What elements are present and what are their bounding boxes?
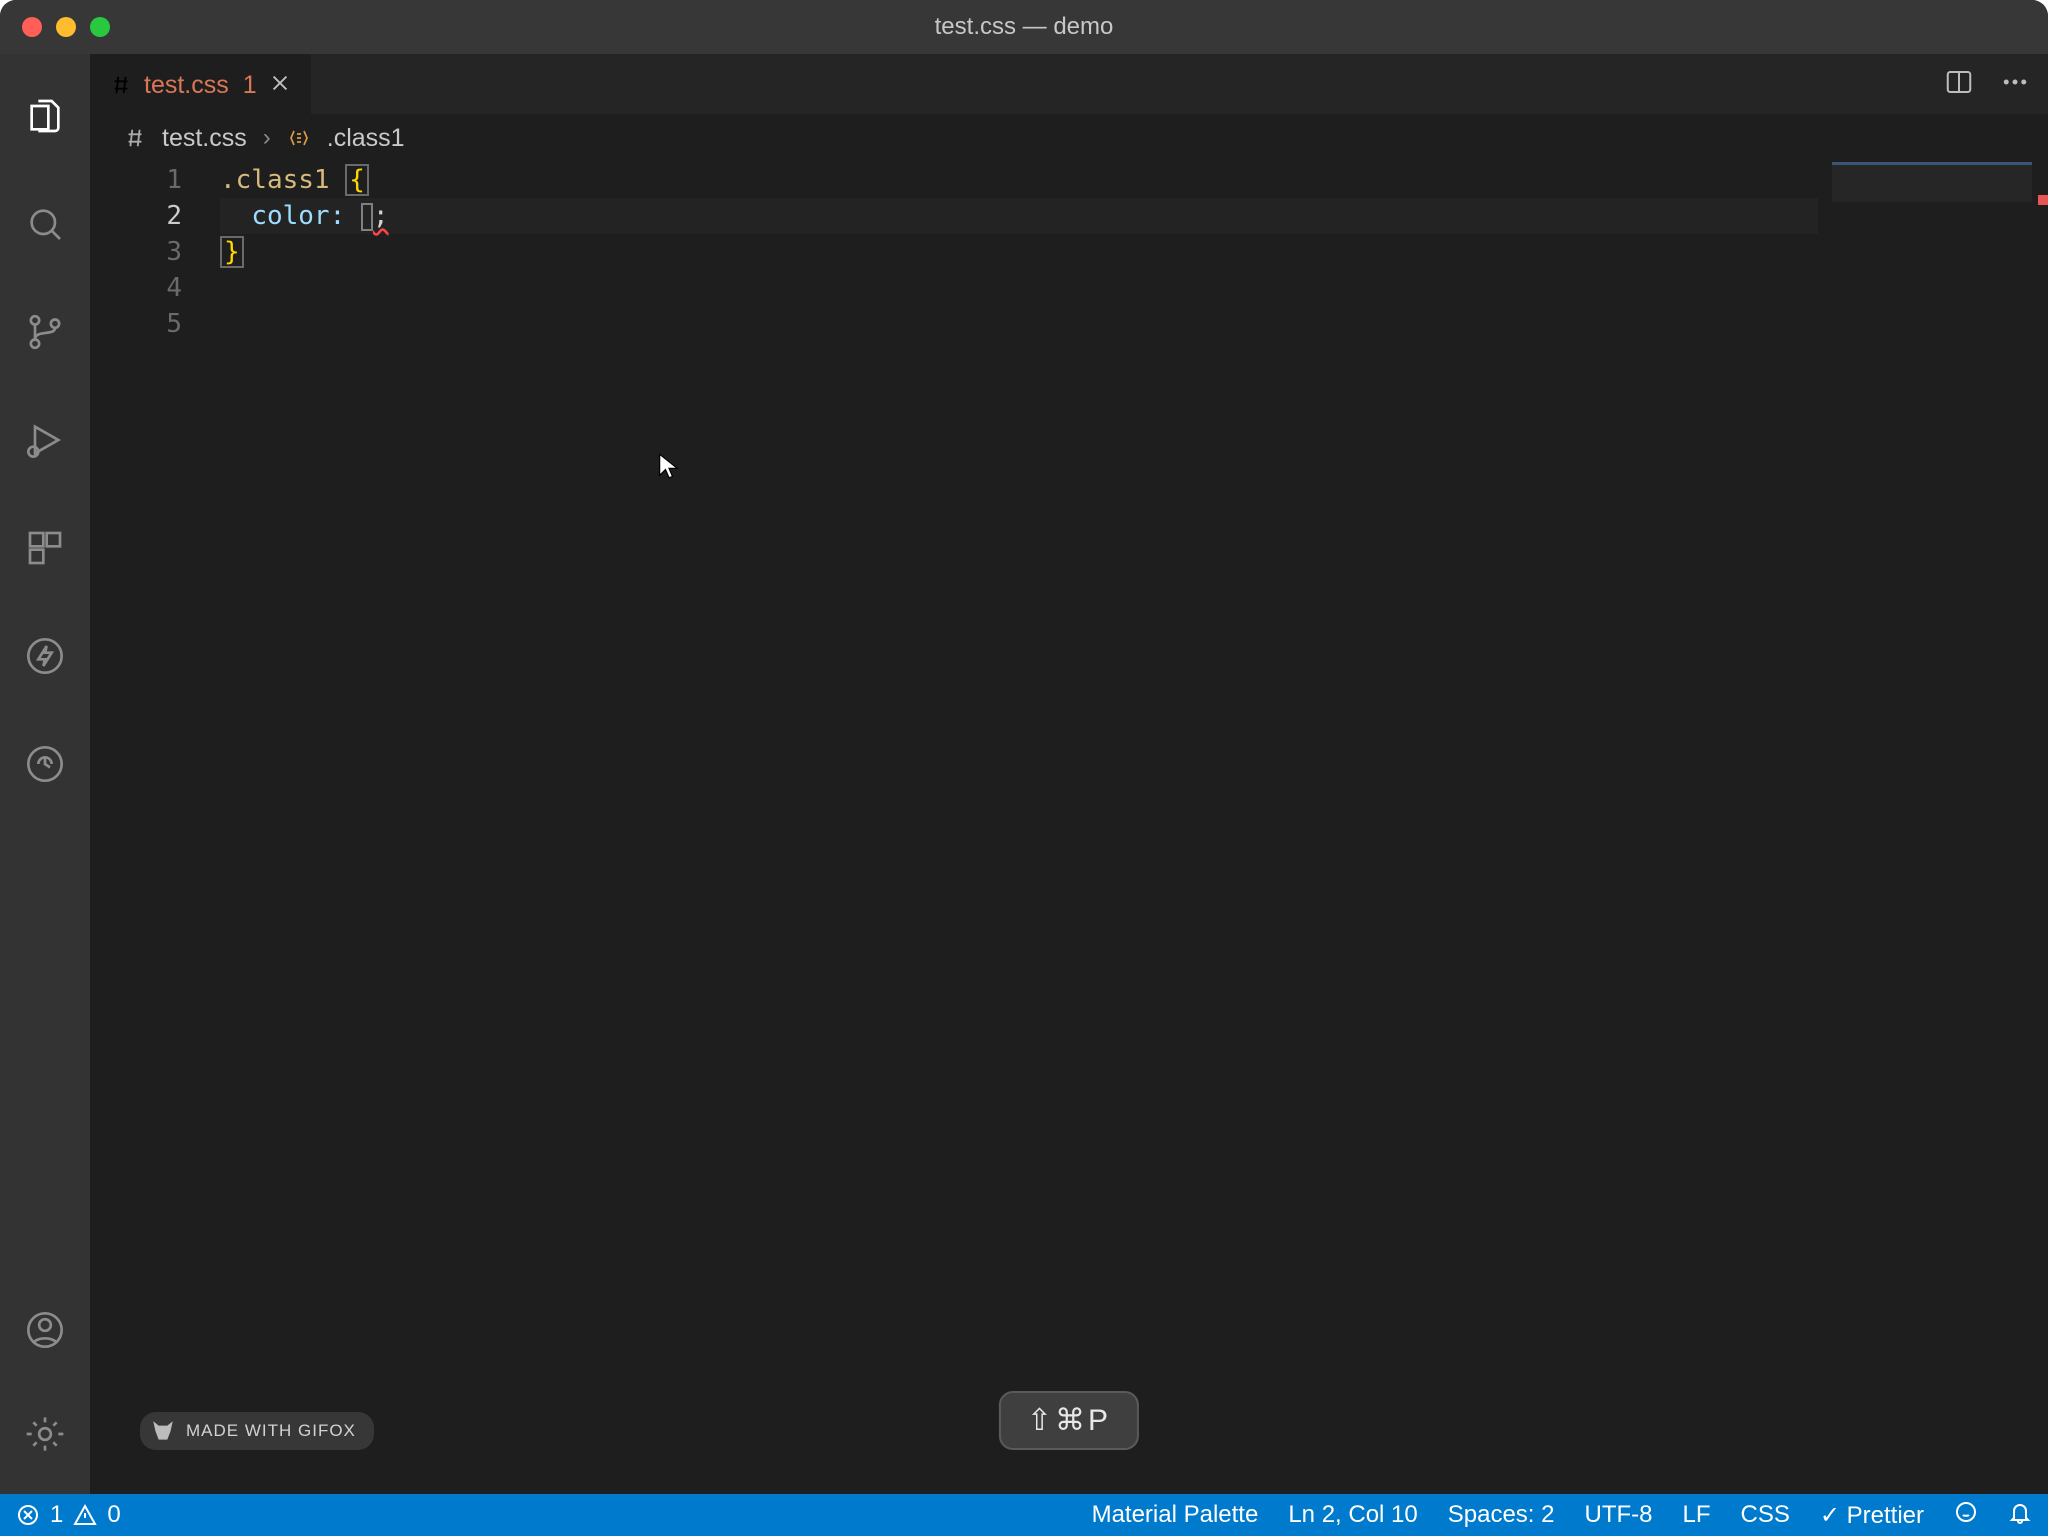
warning-icon: [73, 1503, 97, 1527]
breadcrumb[interactable]: test.css › .class1: [90, 114, 2048, 162]
tab-test-css[interactable]: test.css 1: [90, 54, 311, 114]
split-editor-button[interactable]: [1944, 67, 1974, 102]
extensions-icon: [25, 528, 65, 568]
window-title: test.css — demo: [935, 13, 1114, 41]
tab-filename: test.css: [144, 71, 229, 100]
line-number: 1: [90, 162, 182, 198]
chevron-right-icon: ›: [263, 124, 271, 152]
window-body: test.css 1 test.css: [0, 54, 2048, 1494]
code-editor[interactable]: 1 2 3 4 5 .class1 { color: ; }: [90, 162, 2048, 1494]
more-actions-button[interactable]: [2000, 67, 2030, 102]
line-number: 5: [90, 306, 182, 342]
code-line: [220, 306, 2048, 342]
settings-button[interactable]: [17, 1406, 73, 1462]
line-number: 3: [90, 234, 182, 270]
window: test.css — demo: [0, 0, 2048, 1536]
keyboard-shortcut-toast: ⇧⌘P: [999, 1391, 1139, 1450]
search-icon: [25, 204, 65, 244]
warning-count: 0: [107, 1501, 120, 1529]
minimap[interactable]: [1832, 162, 2032, 202]
account-button[interactable]: [17, 1302, 73, 1358]
activity-search[interactable]: [17, 196, 73, 252]
text-cursor: [361, 203, 373, 231]
status-notifications[interactable]: [2008, 1500, 2032, 1531]
activity-bottom: [17, 1302, 73, 1494]
gutter: 1 2 3 4 5: [90, 162, 220, 1494]
files-icon: [25, 96, 65, 136]
close-window-button[interactable]: [22, 17, 42, 37]
bolt-icon: [25, 636, 65, 676]
status-formatter[interactable]: Prettier: [1820, 1501, 1924, 1530]
activity-bolt[interactable]: [17, 628, 73, 684]
feedback-icon: [1954, 1500, 1978, 1524]
status-bar: 1 0 Material Palette Ln 2, Col 10 Spaces…: [0, 1494, 2048, 1536]
activity-live-share[interactable]: [17, 736, 73, 792]
fox-icon: [150, 1418, 176, 1444]
split-icon: [1944, 67, 1974, 97]
tab-bar: test.css 1: [90, 54, 2048, 114]
editor-group: test.css 1 test.css: [90, 54, 2048, 1494]
status-extension[interactable]: Material Palette: [1092, 1501, 1259, 1529]
zoom-window-button[interactable]: [90, 17, 110, 37]
breadcrumb-file: test.css: [162, 124, 247, 153]
status-cursor-pos[interactable]: Ln 2, Col 10: [1288, 1501, 1417, 1529]
activity-explorer[interactable]: [17, 88, 73, 144]
code-line: [220, 270, 2048, 306]
watermark-text: MADE WITH GIFOX: [186, 1421, 356, 1441]
close-icon: [269, 72, 291, 94]
traffic-lights: [22, 17, 110, 37]
bell-icon: [2008, 1500, 2032, 1524]
activity-run-debug[interactable]: [17, 412, 73, 468]
code-line: color: ;: [220, 198, 2048, 234]
css-file-icon: [124, 127, 146, 149]
line-number: 2: [90, 198, 182, 234]
debug-icon: [25, 420, 65, 460]
status-indent[interactable]: Spaces: 2: [1448, 1501, 1555, 1529]
branch-icon: [25, 312, 65, 352]
status-language[interactable]: CSS: [1741, 1501, 1790, 1529]
tab-dirty-badge: 1: [243, 71, 257, 100]
css-file-icon: [110, 74, 132, 96]
error-icon: [16, 1503, 40, 1527]
gifox-watermark: MADE WITH GIFOX: [140, 1412, 374, 1450]
line-number: 4: [90, 270, 182, 306]
status-problems[interactable]: 1 0: [16, 1501, 121, 1529]
status-encoding[interactable]: UTF-8: [1584, 1501, 1652, 1529]
live-share-icon: [25, 744, 65, 784]
code-line: .class1 {: [220, 162, 2048, 198]
code-line: }: [220, 234, 2048, 270]
ellipsis-icon: [2000, 67, 2030, 97]
tab-actions: [1944, 54, 2048, 114]
mouse-pointer-icon: [655, 452, 683, 486]
status-eol[interactable]: LF: [1682, 1501, 1710, 1529]
activity-bar: [0, 54, 90, 1494]
code-area[interactable]: .class1 { color: ; }: [220, 162, 2048, 1494]
title-bar: test.css — demo: [0, 0, 2048, 54]
breadcrumb-symbol: .class1: [327, 124, 405, 153]
minimize-window-button[interactable]: [56, 17, 76, 37]
css-rule-icon: [287, 126, 311, 150]
error-count: 1: [50, 1501, 63, 1529]
activity-extensions[interactable]: [17, 520, 73, 576]
close-tab-button[interactable]: [269, 70, 291, 101]
activity-source-control[interactable]: [17, 304, 73, 360]
account-icon: [25, 1310, 65, 1350]
status-feedback[interactable]: [1954, 1500, 1978, 1531]
gear-icon: [25, 1414, 65, 1454]
